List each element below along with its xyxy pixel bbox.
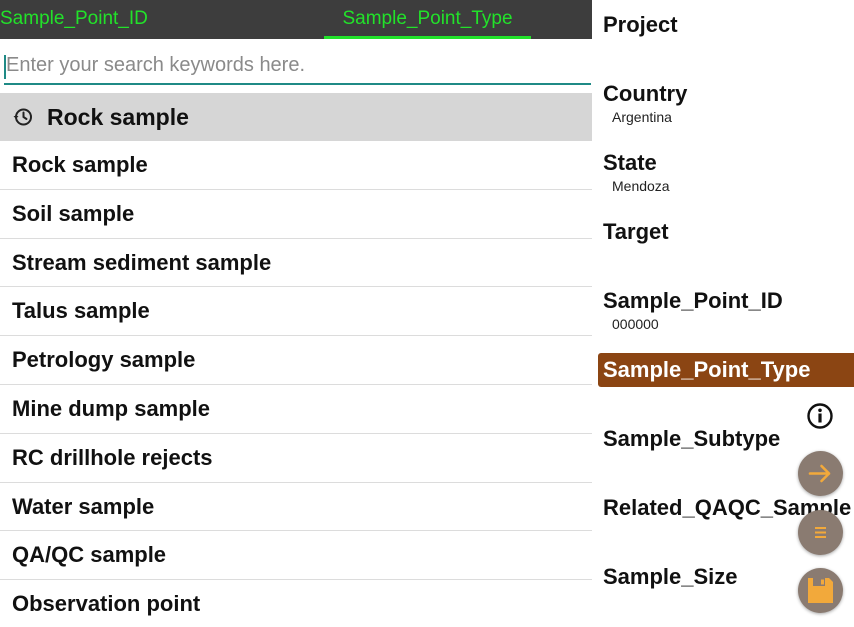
- recent-selection-row[interactable]: Rock sample: [0, 93, 592, 141]
- field-label: Country: [603, 81, 688, 106]
- field-value: Argentina: [612, 109, 672, 125]
- tab-sample-point-id[interactable]: Sample_Point_ID: [0, 0, 320, 39]
- tab-bar: Sample_Point_ID Sample_Point_Type: [0, 0, 592, 39]
- options-list: Rock sample Soil sample Stream sediment …: [0, 141, 592, 627]
- field-label: State: [603, 150, 657, 175]
- field-label: Sample_Point_Type: [603, 357, 811, 382]
- field-label: Project: [603, 12, 678, 37]
- list-item[interactable]: Observation point: [0, 580, 592, 627]
- search-input[interactable]: [4, 48, 591, 82]
- info-icon[interactable]: [806, 402, 834, 430]
- list-item[interactable]: RC drillhole rejects: [0, 434, 592, 483]
- tab-sample-point-type[interactable]: Sample_Point_Type: [324, 0, 531, 39]
- list-item[interactable]: Soil sample: [0, 190, 592, 239]
- next-button[interactable]: [798, 451, 843, 496]
- field-value: 000000: [612, 316, 659, 332]
- list-item[interactable]: Talus sample: [0, 287, 592, 337]
- list-item[interactable]: Petrology sample: [0, 336, 592, 385]
- list-item[interactable]: QA/QC sample: [0, 531, 592, 581]
- arrow-right-icon: [808, 464, 831, 483]
- recent-selection-label: Rock sample: [47, 104, 189, 130]
- search-field[interactable]: [4, 48, 591, 85]
- field-value: Mendoza: [612, 178, 670, 194]
- field-label: Sample_Subtype: [603, 426, 781, 451]
- list-item[interactable]: Stream sediment sample: [0, 239, 592, 288]
- active-tab-indicator: [324, 36, 531, 39]
- field-label: Sample_Point_ID: [603, 288, 783, 313]
- field-label: Target: [603, 219, 669, 244]
- text-cursor: [4, 55, 6, 79]
- list-item[interactable]: Rock sample: [0, 141, 592, 190]
- menu-list-icon: [815, 527, 826, 538]
- save-icon: [808, 578, 833, 603]
- list-item[interactable]: Water sample: [0, 483, 592, 532]
- options-panel: Sample_Point_ID Sample_Point_Type Rock s…: [0, 0, 592, 627]
- list-item[interactable]: Mine dump sample: [0, 385, 592, 434]
- save-button[interactable]: [798, 568, 843, 613]
- field-label: Sample_Size: [603, 564, 738, 589]
- history-icon: [13, 107, 33, 127]
- menu-button[interactable]: [798, 510, 843, 555]
